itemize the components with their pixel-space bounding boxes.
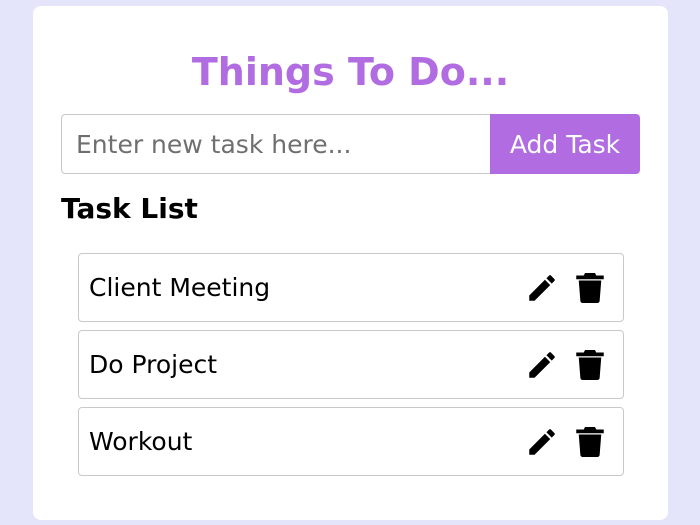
task-label: Do Project <box>89 350 218 379</box>
task-item: Do Project <box>78 330 624 399</box>
trash-icon[interactable] <box>573 348 607 382</box>
new-task-input[interactable] <box>61 114 490 174</box>
task-label: Client Meeting <box>89 273 271 302</box>
task-actions <box>525 348 607 382</box>
pencil-icon[interactable] <box>525 348 559 382</box>
task-item: Workout <box>78 407 624 476</box>
task-item: Client Meeting <box>78 253 624 322</box>
trash-icon[interactable] <box>573 271 607 305</box>
task-actions <box>525 271 607 305</box>
task-list-heading: Task List <box>61 192 198 225</box>
pencil-icon[interactable] <box>525 425 559 459</box>
task-list: Client Meeting Do Project Workout <box>78 253 624 484</box>
new-task-row: Add Task <box>61 114 640 174</box>
task-label: Workout <box>89 427 193 456</box>
trash-icon[interactable] <box>573 425 607 459</box>
task-actions <box>525 425 607 459</box>
add-task-button[interactable]: Add Task <box>490 114 640 174</box>
page-title: Things To Do... <box>191 50 510 94</box>
pencil-icon[interactable] <box>525 271 559 305</box>
todo-card: Things To Do... Add Task Task List Clien… <box>33 6 668 520</box>
